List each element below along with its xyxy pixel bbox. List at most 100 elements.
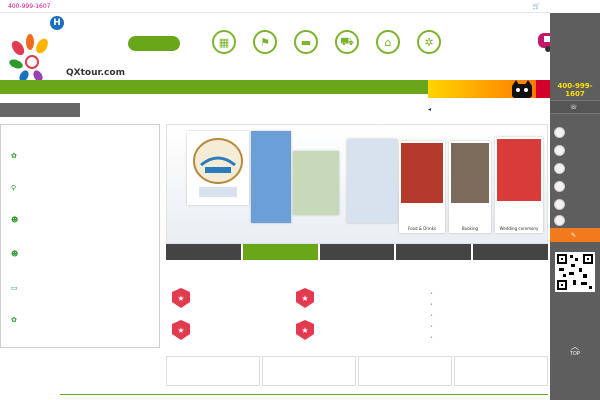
news-item[interactable] xyxy=(430,332,548,343)
chat-icon: ☏ xyxy=(569,103,578,111)
avatar-icon xyxy=(554,199,565,210)
nav-item-4[interactable]: ⛟ xyxy=(331,30,363,66)
city-selector xyxy=(128,36,180,57)
top-links: 🛒 xyxy=(521,3,546,10)
edit-icon: ✎ xyxy=(570,232,577,239)
slider-card-boat xyxy=(293,151,339,215)
category-group-5: ▭ xyxy=(11,283,151,307)
cruise-emblem-icon xyxy=(193,138,243,197)
right-sidebar: 400-999-1607 ☏ ✎ ︿ TOP xyxy=(550,0,600,400)
avatar-icon xyxy=(554,181,565,192)
sidebar-hotline-number: 400-999-1607 xyxy=(557,82,593,98)
qq-contact[interactable] xyxy=(550,142,600,159)
brand-top: H xyxy=(50,16,66,30)
avatar-icon xyxy=(554,215,565,226)
slider-card-logo xyxy=(187,131,249,205)
qq-contact[interactable] xyxy=(550,196,600,213)
slider-card-river xyxy=(251,131,291,223)
feature-1[interactable]: ★ xyxy=(172,286,290,312)
announcement[interactable]: ◂ xyxy=(428,106,548,113)
news-item[interactable] xyxy=(430,321,548,332)
speaker-icon: ◂ xyxy=(428,106,432,113)
booking-photo xyxy=(451,143,489,203)
car-icon: ⛟ xyxy=(335,30,359,54)
food-photo xyxy=(401,143,443,203)
scan-text xyxy=(550,296,600,312)
brand-domain: QXtour.com xyxy=(66,68,125,78)
tab-2[interactable] xyxy=(242,244,318,260)
site-logo[interactable]: H QXtour.com xyxy=(8,14,125,82)
category-panel: ✿ ⚲ ☻ ☻ ▭ ✿ xyxy=(0,124,160,348)
back-to-top-button[interactable]: ︿ TOP xyxy=(566,340,584,358)
nav-item-3[interactable]: ▬ xyxy=(290,30,322,66)
leaf-icon: ✿ xyxy=(11,315,17,324)
nav-item-2[interactable]: ⚑ xyxy=(249,30,281,66)
feature-list: ★ ★ ★ ★ xyxy=(172,286,412,346)
shield-icon: ★ xyxy=(296,288,314,308)
h-badge-icon: H xyxy=(50,16,64,30)
slider-card-deck xyxy=(347,139,397,223)
calendar-icon: ▦ xyxy=(212,30,236,54)
cart-icon: 🛒 xyxy=(532,2,540,10)
tab-1[interactable] xyxy=(166,244,241,260)
nav-item-1[interactable]: ▦ xyxy=(208,30,240,66)
bottom-box[interactable] xyxy=(166,356,260,386)
person-icon: ☻ xyxy=(11,215,19,224)
category-header xyxy=(0,103,80,117)
bottom-box[interactable] xyxy=(358,356,452,386)
news-item[interactable] xyxy=(430,310,548,321)
tab-3[interactable] xyxy=(319,244,395,260)
tab-5[interactable] xyxy=(473,244,548,260)
online-service-header: ☏ xyxy=(550,100,600,114)
ticket-icon: ▬ xyxy=(294,30,318,54)
bottom-box[interactable] xyxy=(454,356,548,386)
qq-contact[interactable] xyxy=(550,160,600,177)
tab-4[interactable] xyxy=(396,244,472,260)
shield-icon: ★ xyxy=(172,320,190,340)
hotline-text: 400-999-1607 xyxy=(8,2,51,10)
nav-item-5[interactable]: ⌂ xyxy=(372,30,404,66)
category-group-2: ⚲ xyxy=(11,183,151,207)
feature-3[interactable]: ★ xyxy=(172,318,290,344)
qq-contact[interactable] xyxy=(550,212,600,229)
top-bar: 400-999-1607 🛒 xyxy=(0,0,550,13)
slider-tabs xyxy=(166,244,548,260)
bottom-box[interactable] xyxy=(262,356,356,386)
bottom-boxes xyxy=(166,356,548,386)
flag-icon: ⚑ xyxy=(253,30,277,54)
qq-contact[interactable] xyxy=(550,124,600,141)
news-item[interactable] xyxy=(430,288,548,299)
qr-code-icon xyxy=(555,252,595,292)
slider-card-booking: Booking xyxy=(449,141,491,233)
news-list xyxy=(430,288,548,343)
avatar-icon xyxy=(554,127,565,138)
hotel-icon: ⌂ xyxy=(376,30,400,54)
cart-link[interactable]: 🛒 xyxy=(533,3,540,10)
qq-contact[interactable] xyxy=(550,178,600,195)
hero-slider[interactable]: Food & Drinks Booking Wedding ceremony xyxy=(166,124,548,244)
leaf-icon: ✿ xyxy=(11,151,17,160)
shield-icon: ★ xyxy=(296,320,314,340)
arrow-up-icon: ︿ xyxy=(571,341,579,351)
main-nav: ▦ ⚑ ▬ ⛟ ⌂ ✲ xyxy=(208,30,445,66)
slider-card-wedding: Wedding ceremony xyxy=(495,137,543,233)
nav-item-6[interactable]: ✲ xyxy=(413,30,445,66)
avatar-icon xyxy=(554,163,565,174)
page: 400-999-1607 🛒 H QXtour.com ▦ ⚑ ▬ ⛟ ⌂ ✲ … xyxy=(0,0,600,400)
feature-2[interactable]: ★ xyxy=(296,286,414,312)
person-icon: ☻ xyxy=(11,249,19,258)
tmall-cat-icon xyxy=(512,80,532,98)
banner-text xyxy=(536,80,550,98)
quick-order-button[interactable]: ✎ xyxy=(550,228,600,242)
slider-card-food: Food & Drinks xyxy=(399,141,445,233)
category-group-6: ✿ xyxy=(11,315,151,339)
feature-4[interactable]: ★ xyxy=(296,318,414,344)
pin-icon: ⚲ xyxy=(11,183,17,192)
bus-small-icon: ▭ xyxy=(11,283,18,292)
news-item[interactable] xyxy=(430,299,548,310)
promo-banner[interactable] xyxy=(428,80,550,98)
city-button[interactable] xyxy=(128,36,180,51)
shield-icon: ★ xyxy=(172,288,190,308)
category-group-3: ☻ xyxy=(11,215,151,239)
category-group-1: ✿ xyxy=(11,151,151,175)
